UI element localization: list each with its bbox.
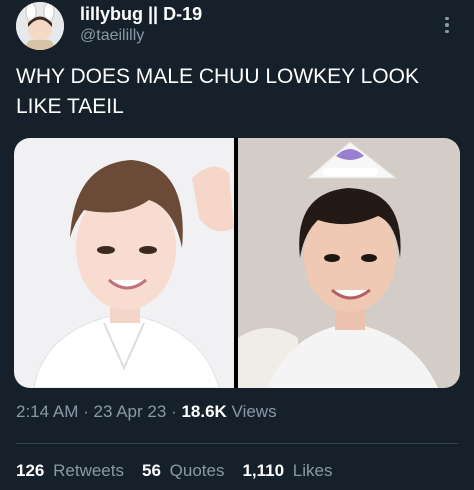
likes-stat[interactable]: 1,110 Likes [242,461,332,481]
tweet-text-line: WHY DOES MALE CHUU LOWKEY LOOK [16,65,419,88]
author-handle[interactable]: @taeililly [80,27,144,45]
quotes-count: 56 [141,461,161,480]
retweets-label: Retweets [53,461,124,480]
meta-separator: · [83,402,89,421]
views-label: Views [231,402,277,421]
avatar[interactable] [16,2,64,50]
engagement-stats-row: 126 Retweets 56 Quotes 1,110 Likes [16,461,332,481]
avatar-image [16,2,64,50]
author-name-row[interactable]: lillybug || D-19 [80,4,202,25]
quotes-stat[interactable]: 56 Quotes [142,461,224,481]
quotes-label: Quotes [169,461,225,480]
photo-portrait-right [238,138,460,388]
meta-separator: · [171,402,177,421]
likes-label: Likes [292,461,333,480]
retweets-stat[interactable]: 126 Retweets [16,461,124,481]
views-count: 18.6K [181,402,227,421]
author-display-name[interactable]: lillybug || D-19 [80,4,202,25]
tweet-time[interactable]: 2:14 AM [16,402,78,421]
media-photo-right[interactable] [238,138,460,388]
likes-count: 1,110 [242,461,285,480]
more-options-button[interactable] [436,12,458,38]
more-dots-icon [445,16,449,34]
tweet-text: WHY DOES MALE CHUU LOWKEY LOOK LIKE TAEI… [16,62,456,122]
tweet-date[interactable]: 23 Apr 23 [94,402,167,421]
divider [16,443,458,444]
tweet-text-line: LIKE TAEIL [16,95,124,118]
media-photo-left[interactable] [14,138,234,388]
photo-portrait-left [14,138,234,388]
retweets-count: 126 [16,461,45,480]
tweet-timestamp-row: 2:14 AM · 23 Apr 23 · 18.6K Views [16,402,277,422]
tweet-media-grid [14,138,460,388]
